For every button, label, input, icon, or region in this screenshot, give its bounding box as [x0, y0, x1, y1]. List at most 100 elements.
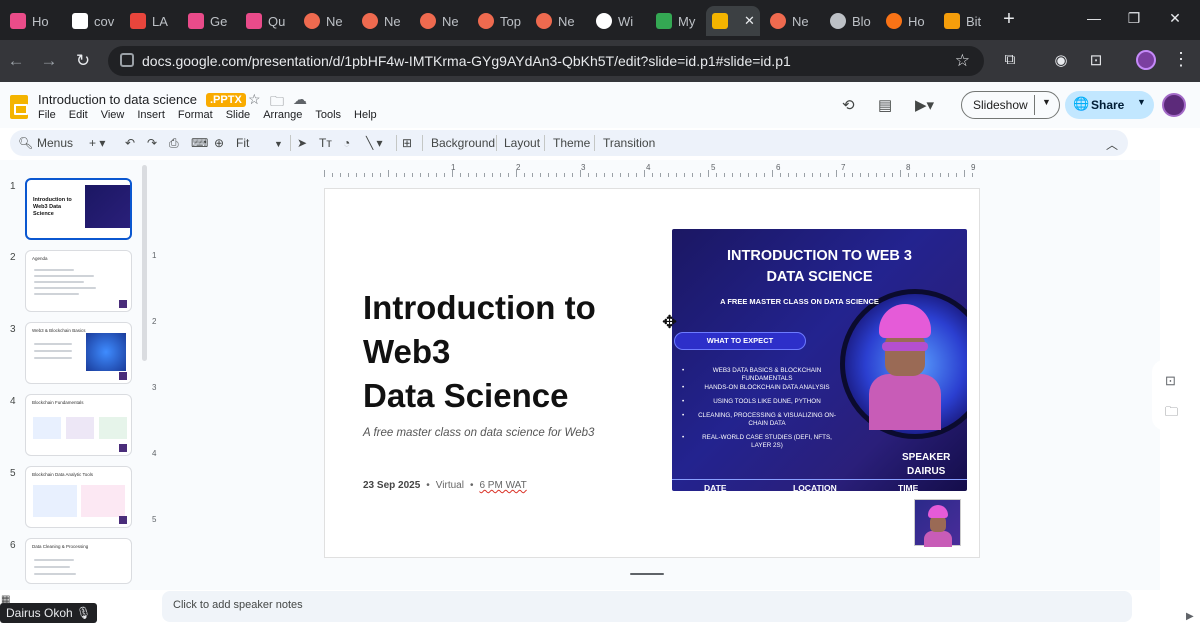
notes-resize-handle[interactable] [630, 573, 664, 575]
url-input[interactable]: docs.google.com/presentation/d/1pbHF4w-I… [108, 46, 984, 76]
slideshow-button[interactable]: Slideshow ▼ [961, 91, 1060, 119]
tab-favicon-icon [130, 13, 146, 29]
print-icon[interactable]: ⎙ [169, 136, 179, 151]
collapse-toolbar-icon[interactable]: ︿ [1106, 136, 1118, 153]
slide-thumbnail-4[interactable]: Blockchain Fundamentals [25, 394, 132, 456]
menus-search[interactable]: Menus [37, 136, 73, 150]
browser-profile-avatar[interactable] [1136, 50, 1156, 70]
event-details[interactable]: 23 Sep 2025 • Virtual • 6 PM WAT [363, 480, 527, 491]
comment-add-icon[interactable]: ⊞ [402, 136, 412, 150]
background-button[interactable]: Background [431, 136, 495, 150]
back-icon[interactable]: ← [5, 51, 27, 71]
poster-title: INTRODUCTION TO WEB 3 DATA SCIENCE [726, 248, 912, 285]
version-history-icon[interactable]: ⟲ [842, 96, 855, 114]
chevron-down-icon[interactable]: ▼ [1042, 97, 1051, 107]
image-icon[interactable]: ◔ [343, 136, 350, 150]
browser-tab[interactable]: Ge [182, 8, 240, 34]
text-box-icon[interactable]: Tт [319, 136, 332, 150]
menu-help[interactable]: Help [354, 109, 377, 121]
menu-insert[interactable]: Insert [137, 109, 165, 121]
close-window-icon[interactable]: ✕ [1163, 10, 1187, 27]
menu-tools[interactable]: Tools [315, 109, 341, 121]
chevron-down-icon[interactable]: ▼ [274, 139, 283, 149]
site-info-icon[interactable] [120, 53, 134, 67]
restore-icon[interactable]: ❐ [1122, 10, 1146, 27]
browser-tab[interactable]: Top [472, 8, 530, 34]
bookmark-star-icon[interactable]: ☆ [955, 51, 970, 71]
folder-icon[interactable]: 🗀 [1165, 403, 1178, 425]
menu-format[interactable]: Format [178, 109, 213, 121]
reload-icon[interactable]: ↻ [72, 51, 94, 71]
slide-subtitle[interactable]: A free master class on data science for … [363, 427, 594, 439]
screenshot-icon[interactable]: ◉ [1050, 51, 1072, 69]
browser-tab[interactable]: Bit [938, 8, 994, 34]
browser-tab[interactable]: Qu [240, 8, 298, 34]
chevron-down-icon[interactable]: ▼ [1137, 97, 1146, 107]
filmstrip-scrollbar[interactable] [142, 165, 147, 361]
browser-tab-active[interactable]: ✕ [706, 6, 760, 36]
menu-view[interactable]: View [101, 109, 125, 121]
account-avatar[interactable] [1162, 93, 1186, 117]
tab-favicon-icon [246, 13, 262, 29]
new-slide-icon[interactable]: + ▾ [89, 136, 105, 150]
minimize-icon[interactable]: — [1082, 10, 1106, 26]
slide-title[interactable]: Introduction to Web3 Data Science [363, 286, 653, 418]
thumb-title: Introduction to Web3 Data Science [33, 197, 72, 217]
zoom-select[interactable]: Fit [236, 136, 249, 150]
browser-tab[interactable]: Ne [530, 8, 588, 34]
browser-tab[interactable]: Wi [590, 8, 648, 34]
undo-icon[interactable]: ↶ [125, 136, 135, 150]
slide-thumbnail-5[interactable]: Blockchain Data Analytic Tools [25, 466, 132, 528]
browser-tab[interactable]: Blo [824, 8, 882, 34]
move-cursor-icon: ✥ [662, 312, 678, 332]
browser-tab[interactable]: Ne [356, 8, 414, 34]
share-button[interactable]: 🌐 Share ▼ [1065, 91, 1154, 119]
document-title[interactable]: Introduction to data science [38, 92, 197, 107]
browser-tab[interactable]: cov [66, 8, 124, 34]
star-icon[interactable]: ☆ [248, 91, 261, 108]
browser-tab[interactable]: Ne [764, 8, 822, 34]
event-date: 23 Sep 2025 [363, 480, 421, 491]
slide-thumbnail-2[interactable]: Agenda [25, 250, 132, 312]
menu-slide[interactable]: Slide [226, 109, 250, 121]
select-cursor-icon[interactable]: ➤ [297, 136, 307, 150]
slide-thumbnail-1[interactable]: Introduction to Web3 Data Science [25, 178, 132, 240]
small-avatar-image[interactable] [914, 499, 961, 547]
menu-edit[interactable]: Edit [69, 109, 88, 121]
layout-button[interactable]: Layout [504, 136, 540, 150]
paint-format-icon[interactable]: ⌨ [191, 136, 208, 150]
add-image-icon[interactable]: ⊡ [1165, 373, 1176, 389]
search-icon[interactable]: 🔍︎ [18, 136, 33, 150]
event-poster-image[interactable]: INTRODUCTION TO WEB 3 DATA SCIENCE A FRE… [672, 229, 967, 491]
poster-subtitle: A FREE MASTER CLASS ON DATA SCIENCE [720, 297, 879, 306]
speaker-notes-field[interactable]: Click to add speaker notes [162, 591, 1132, 622]
google-slides-logo-icon[interactable] [10, 95, 28, 119]
slide-thumbnail-6[interactable]: Data Cleaning & Processing [25, 538, 132, 584]
close-tab-icon[interactable]: ✕ [744, 13, 755, 29]
slide-thumbnail-3[interactable]: Web3 & Blockchain Basics [25, 322, 132, 384]
transition-button[interactable]: Transition [603, 136, 655, 150]
browser-tab[interactable]: My [650, 8, 708, 34]
browser-tab[interactable]: Ho [4, 8, 62, 34]
new-tab-icon[interactable]: + [997, 8, 1021, 31]
forward-icon[interactable]: → [38, 51, 60, 71]
meet-video-icon[interactable]: ▶▾ [915, 96, 934, 114]
comments-icon[interactable]: ▤ [878, 96, 892, 114]
extensions-icon[interactable]: ⧉ [999, 51, 1021, 68]
redo-icon[interactable]: ↷ [147, 136, 157, 150]
menu-arrange[interactable]: Arrange [263, 109, 302, 121]
menu-file[interactable]: File [38, 109, 56, 121]
reading-mode-icon[interactable]: ⊡ [1085, 51, 1107, 69]
browser-tab[interactable]: Ne [414, 8, 472, 34]
browser-menu-icon[interactable]: ⋮ [1172, 49, 1190, 70]
browser-tab[interactable]: Ne [298, 8, 356, 34]
zoom-icon[interactable]: ⊕ [214, 136, 224, 150]
list-item: USING TOOLS LIKE DUNE, PYTHON [682, 398, 840, 406]
line-icon[interactable]: ╲ ▾ [366, 136, 383, 150]
tab-favicon-icon [770, 13, 786, 29]
tab-favicon-icon [362, 13, 378, 29]
browser-tab[interactable]: Ho [880, 8, 938, 34]
theme-button[interactable]: Theme [553, 136, 590, 150]
browser-tab[interactable]: LA [124, 8, 182, 34]
scroll-right-icon[interactable]: ▶ [1186, 611, 1194, 622]
